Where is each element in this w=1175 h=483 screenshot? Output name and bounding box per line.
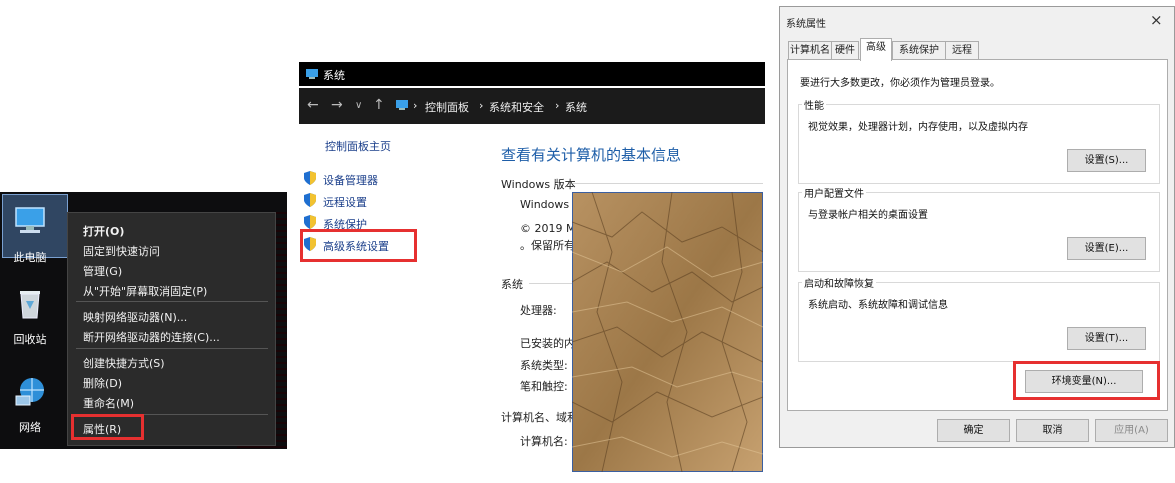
section-system: 系统 — [501, 278, 523, 291]
desktop-icon-network[interactable]: 网络 — [0, 368, 60, 435]
menu-item-disconnect-drive[interactable]: 断开网络驱动器的连接(C)... — [83, 329, 220, 345]
group-label: 启动和故障恢复 — [802, 275, 876, 290]
user-profiles-settings-button[interactable]: 设置(E)... — [1067, 237, 1146, 260]
desktop-panel: 此电脑 回收站 网络 打开(O) 固定到快速访问 管理(G) 从"开始"屏幕取消… — [0, 192, 287, 449]
admin-note: 要进行大多数更改，你必须作为管理员登录。 — [800, 78, 1000, 89]
sidebar-item-device-manager[interactable]: 设备管理器 — [323, 172, 378, 188]
shield-icon — [304, 215, 316, 229]
ok-button[interactable]: 确定 — [937, 419, 1010, 442]
desktop-icon-this-pc[interactable]: 此电脑 — [0, 198, 60, 265]
section-divider — [573, 183, 763, 184]
desktop-icon-label: 回收站 — [13, 333, 47, 346]
tab-system-protection[interactable]: 系统保护 — [892, 41, 946, 60]
performance-settings-button[interactable]: 设置(S)... — [1067, 149, 1146, 172]
startup-recovery-settings-button[interactable]: 设置(T)... — [1067, 327, 1146, 350]
page-heading: 查看有关计算机的基本信息 — [501, 146, 682, 164]
cancel-button[interactable]: 取消 — [1016, 419, 1089, 442]
desktop-icon-label: 此电脑 — [13, 251, 47, 264]
tab-hardware[interactable]: 硬件 — [831, 41, 859, 60]
highlight-box-properties — [71, 414, 144, 440]
menu-item-unpin-start[interactable]: 从"开始"屏幕取消固定(P) — [83, 283, 207, 299]
window-title: 系统 — [323, 69, 345, 82]
computer-name-label: 计算机名: — [520, 435, 568, 448]
up-arrow-icon[interactable]: ↑ — [373, 97, 385, 113]
group-user-profiles: 用户配置文件 与登录帐户相关的桌面设置 设置(E)... — [798, 185, 1160, 272]
network-icon — [15, 378, 44, 406]
shield-icon — [304, 171, 316, 185]
forward-arrow-icon[interactable]: → — [331, 97, 343, 113]
installed-ram-label: 已安装的内 — [520, 337, 575, 350]
chevron-down-icon[interactable]: ∨ — [355, 100, 362, 111]
breadcrumb-control-panel[interactable]: 控制面板 — [425, 99, 469, 115]
breadcrumb-system[interactable]: 系统 — [565, 99, 587, 115]
desktop-icon-label: 网络 — [19, 421, 41, 434]
group-startup-recovery: 启动和故障恢复 系统启动、系统故障和调试信息 设置(T)... — [798, 275, 1160, 362]
menu-item-rename[interactable]: 重命名(M) — [83, 395, 134, 411]
advanced-tab-pane: 要进行大多数更改，你必须作为管理员登录。 性能 视觉效果，处理器计划，内存使用，… — [787, 59, 1168, 411]
close-icon[interactable]: × — [1150, 11, 1163, 29]
startup-recovery-description: 系统启动、系统故障和调试信息 — [808, 300, 948, 311]
address-bar: ← → ∨ ↑ › 控制面板 › 系统和安全 › 系统 — [299, 88, 765, 124]
apply-button[interactable]: 应用(A) — [1095, 419, 1168, 442]
back-arrow-icon[interactable]: ← — [307, 97, 319, 113]
menu-item-map-drive[interactable]: 映射网络驱动器(N)... — [83, 309, 187, 325]
section-windows-edition: Windows 版本 — [501, 178, 576, 191]
computer-icon — [15, 207, 45, 233]
menu-separator — [76, 301, 268, 302]
rights-text: 。保留所有 — [520, 239, 575, 252]
tab-advanced[interactable]: 高级 — [860, 38, 892, 61]
system-type-label: 系统类型: — [520, 359, 568, 372]
user-profiles-description: 与登录帐户相关的桌面设置 — [808, 210, 928, 221]
processor-label: 处理器: — [520, 304, 557, 317]
tab-remote[interactable]: 远程 — [945, 41, 979, 60]
section-computer-name: 计算机名、域和 — [501, 411, 578, 424]
highlight-box-environment-variables — [1013, 361, 1160, 400]
breadcrumb-separator: › — [479, 99, 484, 112]
menu-item-pin-quick-access[interactable]: 固定到快速访问 — [83, 243, 160, 259]
context-menu: 打开(O) 固定到快速访问 管理(G) 从"开始"屏幕取消固定(P) 映射网络驱… — [67, 212, 276, 446]
menu-item-open[interactable]: 打开(O) — [83, 223, 124, 239]
system-icon — [306, 69, 318, 79]
breadcrumb-separator: › — [555, 99, 560, 112]
system-properties-dialog: 系统属性 × 计算机名 硬件 高级 系统保护 远程 要进行大多数更改，你必须作为… — [779, 6, 1175, 448]
copyright-text: © 2019 M — [520, 222, 576, 235]
window-titlebar: 系统 — [299, 62, 765, 86]
performance-description: 视觉效果，处理器计划，内存使用，以及虚拟内存 — [808, 122, 1028, 133]
menu-item-delete[interactable]: 删除(D) — [83, 375, 122, 391]
crumpled-paper-overlay — [572, 192, 763, 472]
menu-item-create-shortcut[interactable]: 创建快捷方式(S) — [83, 355, 165, 371]
breadcrumb-separator: › — [413, 99, 418, 112]
dialog-title: 系统属性 — [786, 19, 826, 30]
desktop-icon-recycle-bin[interactable]: 回收站 — [0, 280, 60, 347]
breadcrumb-system-security[interactable]: 系统和安全 — [489, 99, 544, 115]
control-panel-icon — [396, 100, 408, 110]
tab-computer-name[interactable]: 计算机名 — [788, 41, 832, 60]
shield-icon — [304, 193, 316, 207]
sidebar-home-link[interactable]: 控制面板主页 — [325, 138, 391, 154]
menu-separator — [76, 348, 268, 349]
recycle-bin-icon — [20, 291, 40, 319]
group-performance: 性能 视觉效果，处理器计划，内存使用，以及虚拟内存 设置(S)... — [798, 97, 1160, 184]
pen-touch-label: 笔和触控: — [520, 380, 568, 393]
highlight-box-advanced-settings — [300, 229, 417, 262]
group-label: 用户配置文件 — [802, 185, 866, 200]
menu-item-manage[interactable]: 管理(G) — [83, 263, 122, 279]
group-label: 性能 — [802, 97, 826, 112]
sidebar-item-remote-settings[interactable]: 远程设置 — [323, 194, 367, 210]
system-window: 系统 ← → ∨ ↑ › 控制面板 › 系统和安全 › 系统 控制面板主页 设备… — [299, 62, 765, 483]
windows-edition-name: Windows — [520, 198, 570, 211]
